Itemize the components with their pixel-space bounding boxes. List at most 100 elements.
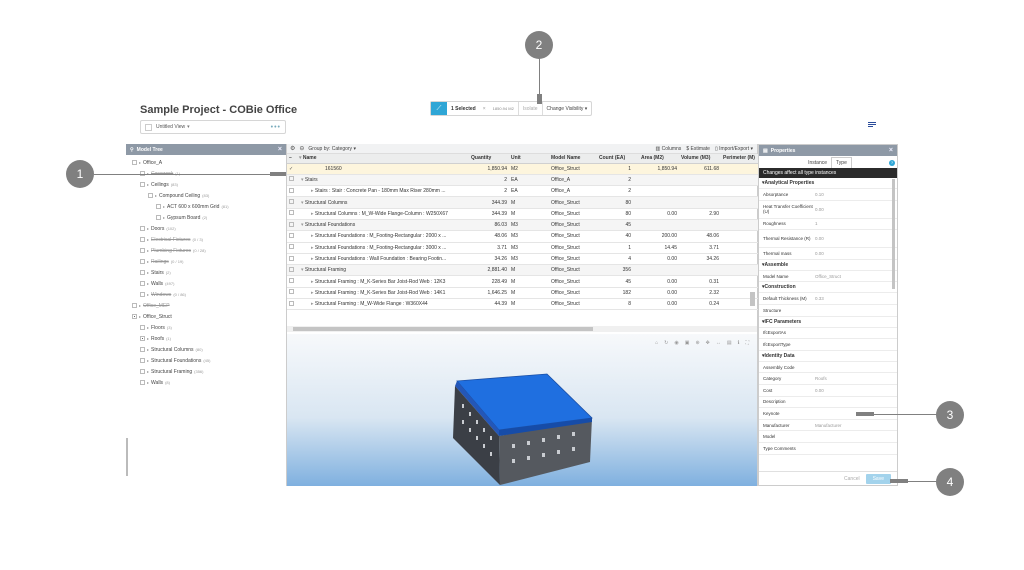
menu-icon[interactable]: [868, 122, 876, 128]
link-icon[interactable]: ⟋: [431, 102, 447, 115]
expand-icon[interactable]: ▸: [163, 215, 165, 220]
property-value[interactable]: Office_Struct: [813, 274, 841, 279]
building-model[interactable]: [287, 334, 759, 486]
group-row[interactable]: ▾ Structural Framing 2,881.40 M Office_Stru…: [287, 264, 759, 277]
tree-item[interactable]: ▸ Railings (0 / 19): [126, 256, 286, 267]
tree-checkbox[interactable]: [140, 248, 145, 253]
expand-icon[interactable]: ▸: [139, 303, 141, 308]
table-row[interactable]: ▸ Structural Framing : M_W-Wide Flange :…: [287, 298, 759, 311]
expand-icon[interactable]: ▸: [147, 270, 149, 275]
view-select[interactable]: Untitled View ▾ •••: [140, 120, 286, 134]
grid-vscrollbar[interactable]: [750, 292, 755, 306]
tree-item[interactable]: ▸ Compound Ceiling (83): [126, 190, 286, 201]
group-row[interactable]: ▾ Stairs 2 EA Office_A 2: [287, 174, 759, 187]
col-perimeter[interactable]: Perimeter (M): [721, 154, 759, 164]
change-visibility-button[interactable]: Change Visibility ▾: [541, 102, 592, 115]
tree-item[interactable]: ▸ Office_A: [126, 157, 286, 168]
tree-item[interactable]: ▸ Office_MEP: [126, 300, 286, 311]
row-checkbox[interactable]: [287, 298, 297, 311]
tree-checkbox[interactable]: [140, 347, 145, 352]
expand-icon[interactable]: ▸: [147, 226, 149, 231]
expand-icon[interactable]: ▸: [147, 237, 149, 242]
cancel-button[interactable]: Cancel: [844, 476, 860, 482]
expand-icon[interactable]: ▸: [147, 182, 149, 187]
expand-icon[interactable]: ▸: [147, 369, 149, 374]
col-area[interactable]: Area (M2): [639, 154, 679, 164]
property-section[interactable]: ▾ Assemble: [759, 260, 897, 271]
tree-item[interactable]: ▸ Structural Framing (356): [126, 366, 286, 377]
expand-icon[interactable]: ▸: [155, 193, 157, 198]
expand-icon[interactable]: ▸: [147, 336, 149, 341]
properties-scrollbar[interactable]: [892, 179, 895, 289]
tree-item[interactable]: ▸ Plumbing Fixtures (0 / 28): [126, 245, 286, 256]
row-checkbox[interactable]: [287, 253, 297, 266]
col-count[interactable]: Count (EA): [597, 154, 639, 164]
tree-checkbox[interactable]: [140, 182, 145, 187]
property-value[interactable]: 0.00: [813, 207, 824, 212]
tree-item[interactable]: ▸ Gypsum Board (2): [126, 212, 286, 223]
row-checkbox[interactable]: [287, 287, 297, 300]
expand-icon[interactable]: ▸: [139, 314, 141, 319]
save-button[interactable]: Save: [865, 473, 891, 484]
property-value[interactable]: 0.00: [813, 236, 824, 241]
tree-item[interactable]: ▸ Roofs (1): [126, 333, 286, 344]
tree-checkbox[interactable]: [156, 204, 161, 209]
tree-checkbox[interactable]: [140, 292, 145, 297]
property-value[interactable]: 0.00: [813, 388, 824, 393]
col-model-name[interactable]: Model Name: [549, 154, 597, 164]
row-checkbox[interactable]: [287, 230, 297, 243]
tree-item[interactable]: ▸ Floors (3): [126, 322, 286, 333]
settings-icon[interactable]: ⚙: [290, 145, 295, 152]
table-row[interactable]: ▸ Structural Foundations : M_Footing-Rec…: [287, 230, 759, 243]
row-checkbox[interactable]: [287, 242, 297, 254]
tree-item[interactable]: ▸ Ceilings (83): [126, 179, 286, 190]
property-section[interactable]: ▾ Analytical Properties: [759, 178, 897, 189]
estimate-button[interactable]: $ Estimate: [686, 146, 710, 152]
table-row[interactable]: ▸ Stairs : Stair : Concrete Pan - 180mm …: [287, 185, 759, 198]
expand-icon[interactable]: ▸: [147, 347, 149, 352]
tree-checkbox[interactable]: [148, 193, 153, 198]
property-value[interactable]: Roofs: [813, 376, 827, 381]
row-checkbox[interactable]: [287, 185, 297, 198]
tree-item[interactable]: ▸ Walls (497): [126, 278, 286, 289]
property-section[interactable]: ▾ Construction: [759, 282, 897, 294]
close-icon[interactable]: ×: [278, 146, 282, 153]
expand-icon[interactable]: ▸: [147, 380, 149, 385]
tree-checkbox[interactable]: [140, 369, 145, 374]
property-value[interactable]: 0.00: [813, 251, 824, 256]
tree-checkbox[interactable]: [156, 215, 161, 220]
tree-checkbox[interactable]: [132, 160, 137, 165]
row-checkbox[interactable]: ✓: [287, 163, 297, 175]
tree-checkbox[interactable]: [140, 336, 145, 341]
grid-hscrollbar[interactable]: [287, 326, 757, 332]
expand-icon[interactable]: ▸: [163, 204, 165, 209]
col-unit[interactable]: Unit: [509, 154, 549, 164]
tab-type[interactable]: Type: [831, 157, 852, 168]
group-row[interactable]: ▾ Structural Foundations 86.03 M3 Office_St…: [287, 219, 759, 232]
row-checkbox[interactable]: [287, 264, 297, 277]
tree-checkbox[interactable]: [140, 237, 145, 242]
row-checkbox[interactable]: [287, 174, 297, 187]
table-row[interactable]: ✓ 161560 1,850.94 M2 Office_Struct 1 1,850.94 6…: [287, 163, 759, 175]
tree-scrollbar[interactable]: [126, 438, 128, 476]
expand-icon[interactable]: ▸: [147, 259, 149, 264]
group-row[interactable]: ▾ Structural Columns 344.39 M Office_Struct…: [287, 196, 759, 209]
table-row[interactable]: ▸ Structural Foundations : Wall Foundati…: [287, 253, 759, 266]
property-value[interactable]: 0.33: [813, 296, 824, 301]
view-options-icon[interactable]: •••: [271, 124, 281, 131]
expand-icon[interactable]: ▸: [147, 292, 149, 297]
tree-item[interactable]: ▸ Windows (0 / 86): [126, 289, 286, 300]
col-name[interactable]: ▾ Name: [297, 154, 469, 164]
tree-checkbox[interactable]: [132, 303, 137, 308]
tree-checkbox[interactable]: [140, 380, 145, 385]
table-row[interactable]: ▸ Structural Framing : M_K-Series Bar Jo…: [287, 275, 759, 288]
tree-checkbox[interactable]: [132, 314, 137, 319]
tree-checkbox[interactable]: [140, 226, 145, 231]
row-checkbox[interactable]: [287, 275, 297, 288]
tree-item[interactable]: ▸ Stairs (2): [126, 267, 286, 278]
expand-icon[interactable]: ▸: [147, 248, 149, 253]
expand-icon[interactable]: ▸: [147, 281, 149, 286]
tree-checkbox[interactable]: [140, 259, 145, 264]
table-row[interactable]: ▸ Structural Columns : M_W-Wide Flange-C…: [287, 208, 759, 220]
expand-icon[interactable]: ▸: [139, 160, 141, 165]
